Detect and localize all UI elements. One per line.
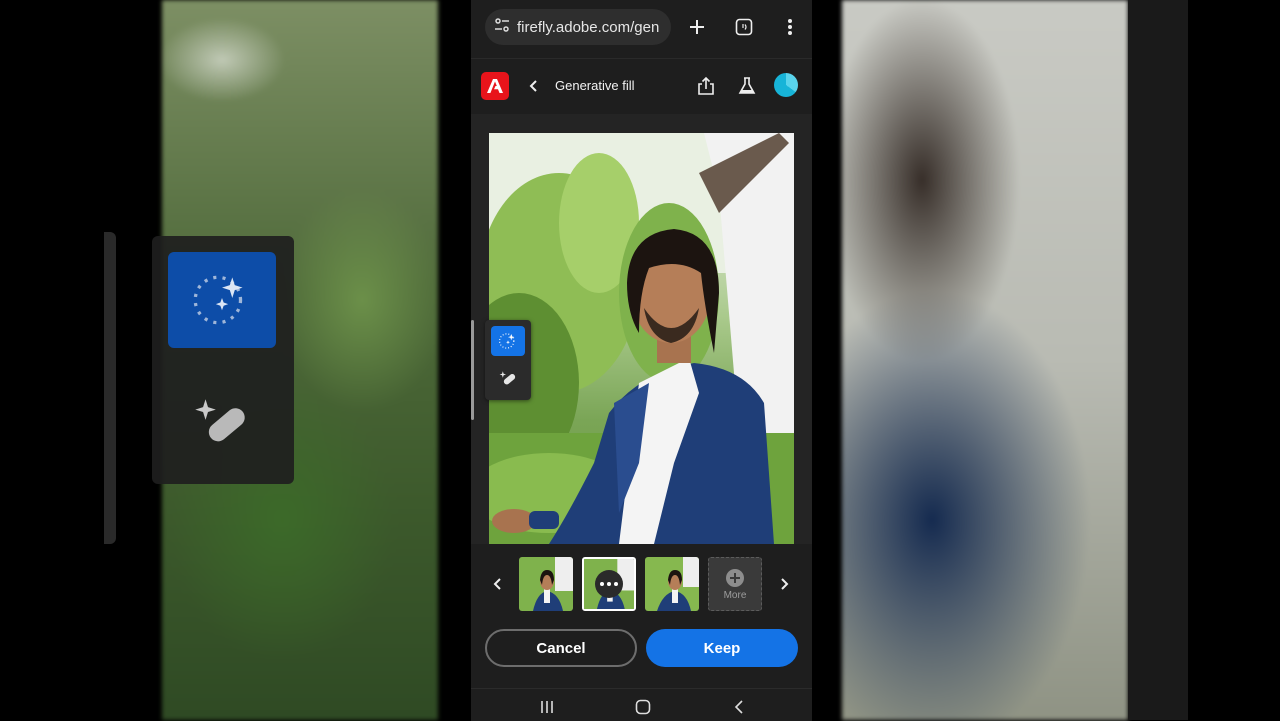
more-label: More [723,589,747,601]
more-variants-button[interactable]: More [708,557,762,611]
keep-button[interactable]: Keep [646,629,798,667]
adobe-logo[interactable] [481,72,509,100]
background-generative-fill-icon [168,252,276,348]
address-bar[interactable]: firefly.adobe.com/gen [485,9,671,45]
phone-screen: firefly.adobe.com/gen Generative fill Mo… [471,0,812,721]
prev-variant-icon[interactable] [488,574,508,594]
tab-switcher-icon[interactable] [732,15,756,39]
browser-toolbar: firefly.adobe.com/gen [471,0,812,54]
more-vert-icon[interactable] [778,15,802,39]
recent-apps-icon[interactable] [535,697,559,717]
app-header: Generative fill [471,58,812,113]
background-edge-right [1128,0,1188,720]
variant-strip: More [471,544,812,624]
background-edge [104,232,116,544]
variant-thumbnail-1[interactable] [519,557,573,611]
page-title: Generative fill [555,78,635,93]
background-heal-icon [168,376,276,472]
url-text: firefly.adobe.com/gen [517,18,660,36]
android-back-icon[interactable] [727,697,751,717]
avatar[interactable] [774,73,798,97]
plus-circle-icon [726,568,744,587]
remove-heal-icon [499,371,516,385]
generative-fill-tool[interactable] [491,326,525,356]
share-icon[interactable] [694,74,718,98]
cancel-button[interactable]: Cancel [485,629,637,667]
action-bar: Cancel Keep [471,624,812,686]
variant-thumbnail-2[interactable] [582,557,636,611]
remove-tool[interactable] [491,364,525,394]
home-icon[interactable] [631,697,655,717]
site-settings-icon[interactable] [493,16,511,39]
android-nav-bar [471,688,812,721]
back-chevron-icon[interactable] [525,76,543,96]
background-blur-right [842,0,1128,720]
next-variant-icon[interactable] [774,574,794,594]
beaker-icon[interactable] [735,74,759,98]
options-dots-icon[interactable] [595,570,623,598]
background-toolbar-zoom [152,236,294,484]
generative-fill-icon [499,333,515,349]
edited-photo[interactable] [489,133,794,544]
panel-drag-handle[interactable] [471,320,474,420]
image-canvas [471,114,812,544]
tool-rail [485,320,531,400]
new-tab-icon[interactable] [685,15,709,39]
variant-thumbnail-3[interactable] [645,557,699,611]
